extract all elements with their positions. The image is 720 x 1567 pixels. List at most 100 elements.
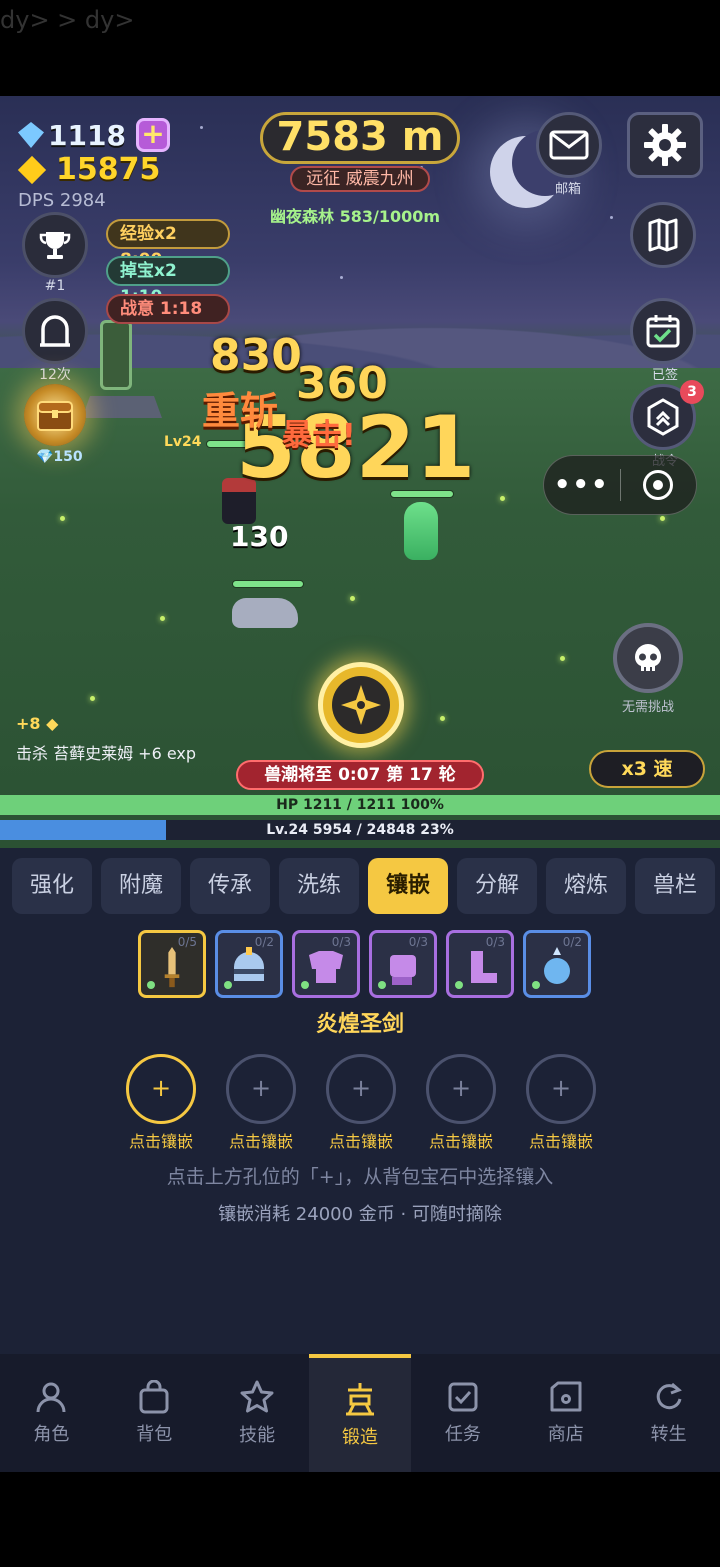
- checkbox-icon: [448, 1382, 478, 1412]
- treasure-chest-button[interactable]: [24, 384, 86, 446]
- boss-challenge-label: 无需挑战: [621, 700, 674, 715]
- selected-item-name: 炎煌圣剑: [315, 1012, 404, 1037]
- add-gem-plus[interactable]: +: [226, 1054, 296, 1124]
- nav-skills[interactable]: 技能: [206, 1354, 309, 1472]
- equipment-slot-weapon[interactable]: 0/5: [138, 930, 206, 998]
- damage-number: 830: [210, 330, 302, 381]
- boss-challenge-button[interactable]: [613, 623, 683, 693]
- slot-ready-dot: [532, 981, 540, 989]
- moss-slime-monster[interactable]: [404, 502, 438, 560]
- codex-button[interactable]: [630, 202, 696, 268]
- firefly: [60, 516, 65, 521]
- firefly: [160, 616, 165, 621]
- socket-label: 点击镶嵌: [428, 1132, 493, 1151]
- slot-ready-dot: [378, 981, 386, 989]
- equipment-slot-boots[interactable]: 0/3: [446, 930, 514, 998]
- gem-socket[interactable]: + 点击镶嵌: [126, 1054, 196, 1152]
- nav-character[interactable]: 角色: [0, 1354, 103, 1472]
- mail-button[interactable]: [536, 112, 602, 178]
- chest-icon: [37, 401, 73, 431]
- gem-socket[interactable]: + 点击镶嵌: [426, 1054, 496, 1152]
- tab-pet-pen[interactable]: 兽栏: [635, 858, 715, 914]
- more-options-button[interactable]: •••: [544, 470, 620, 500]
- tab-inherit[interactable]: 传承: [190, 858, 270, 914]
- close-miniprogram-button[interactable]: [621, 470, 697, 500]
- add-gem-plus[interactable]: +: [426, 1054, 496, 1124]
- tab-enchant[interactable]: 附魔: [101, 858, 181, 914]
- firefly: [440, 716, 445, 721]
- equipment-slot-armor[interactable]: 0/3: [292, 930, 360, 998]
- tab-strengthen[interactable]: 强化: [12, 858, 92, 914]
- bottom-nav: 角色 背包 技能 锻造 任务 商店 转生: [0, 1354, 720, 1472]
- add-gems-button[interactable]: +: [135, 118, 170, 152]
- dps-readout: DPS 2984: [18, 190, 106, 211]
- slot-ready-dot: [147, 981, 155, 989]
- nav-label: 技能: [239, 1425, 276, 1446]
- gem-socket-row: + 点击镶嵌 + 点击镶嵌 + 点击镶嵌 + 点击镶嵌 + 点击镶嵌: [126, 1054, 596, 1152]
- equipment-slot-gloves[interactable]: 0/3: [369, 930, 437, 998]
- drop-buff-pill[interactable]: 掉宝x2 1:10: [106, 256, 230, 307]
- socket-label: 点击镶嵌: [128, 1132, 193, 1151]
- socket-cost-hint: 镶嵌消耗 24000 金币 · 可随时摘除: [218, 1204, 502, 1225]
- equipment-slot-accessory[interactable]: 0/2: [523, 930, 591, 998]
- equipment-slot-helmet[interactable]: 0/2: [215, 930, 283, 998]
- settings-button[interactable]: [627, 112, 703, 178]
- totem-pillar: [100, 320, 132, 390]
- expedition-button[interactable]: 远征 威震九州: [290, 166, 430, 192]
- tab-smelt[interactable]: 熔炼: [546, 858, 626, 914]
- add-gem-plus[interactable]: +: [326, 1054, 396, 1124]
- kill-log-text: 击杀 苔藓史莱姆 +6 exp: [16, 744, 197, 763]
- checkin-button[interactable]: [630, 298, 696, 364]
- slot-ready-dot: [301, 981, 309, 989]
- anvil-icon: [346, 1383, 374, 1416]
- rank-label: #1: [44, 278, 66, 294]
- chest-cost-label: 💎150: [36, 449, 83, 465]
- nav-backpack[interactable]: 背包: [103, 1354, 206, 1472]
- gear-icon: [644, 124, 686, 166]
- slot-ready-dot: [224, 981, 232, 989]
- gem-socket[interactable]: + 点击镶嵌: [526, 1054, 596, 1152]
- nav-label: 角色: [33, 1424, 70, 1445]
- mail-label: 邮箱: [554, 182, 581, 197]
- star: [200, 126, 203, 129]
- tab-dismantle[interactable]: 分解: [457, 858, 537, 914]
- ultimate-skill-button[interactable]: [318, 662, 404, 748]
- gem-socket[interactable]: + 点击镶嵌: [326, 1054, 396, 1152]
- damage-number: 130: [230, 520, 289, 553]
- tab-reforge[interactable]: 洗练: [279, 858, 359, 914]
- speed-toggle-button[interactable]: x3 速: [589, 750, 705, 788]
- portal-count-label: 12次: [39, 367, 71, 383]
- trophy-icon: [39, 232, 71, 259]
- wolf-monster[interactable]: [232, 598, 298, 628]
- compass-star-icon: [341, 685, 381, 725]
- hero-level-tag: Lv24: [164, 434, 202, 450]
- exp-buff-pill[interactable]: 经验x2 8:00: [106, 219, 230, 270]
- nav-label: 任务: [444, 1424, 481, 1445]
- shop-icon: [550, 1381, 582, 1412]
- nav-tasks[interactable]: 任务: [411, 1354, 514, 1472]
- tab-socket[interactable]: 镶嵌: [368, 858, 448, 914]
- nav-rebirth[interactable]: 转生: [617, 1354, 720, 1472]
- stage-progress: 幽夜森林 583/1000m: [270, 207, 441, 226]
- star: [340, 276, 343, 279]
- nav-shop[interactable]: 商店: [514, 1354, 617, 1472]
- add-gem-plus[interactable]: +: [526, 1054, 596, 1124]
- firefly: [350, 596, 355, 601]
- war-spirit-buff-pill[interactable]: 战意 1:18: [106, 294, 230, 324]
- star: [610, 216, 613, 219]
- dungeon-portal-button[interactable]: [22, 298, 88, 364]
- leaderboard-button[interactable]: [22, 212, 88, 278]
- calendar-check-icon: [646, 315, 680, 348]
- miniprogram-capsule: •••: [543, 455, 697, 515]
- gold-coin-icon: [17, 155, 47, 184]
- gem-socket[interactable]: + 点击镶嵌: [226, 1054, 296, 1152]
- skull-icon: [635, 644, 661, 671]
- person-icon: [36, 1382, 66, 1413]
- envelope-icon: [549, 130, 589, 160]
- skill-text-heavy-slash: 重斩: [202, 389, 279, 433]
- add-gem-plus[interactable]: +: [126, 1054, 196, 1124]
- portal-arch-icon: [40, 315, 70, 347]
- firefly: [500, 496, 505, 501]
- nav-forge[interactable]: 锻造: [308, 1354, 412, 1472]
- gold-gain-text: +8 ◆: [16, 714, 59, 733]
